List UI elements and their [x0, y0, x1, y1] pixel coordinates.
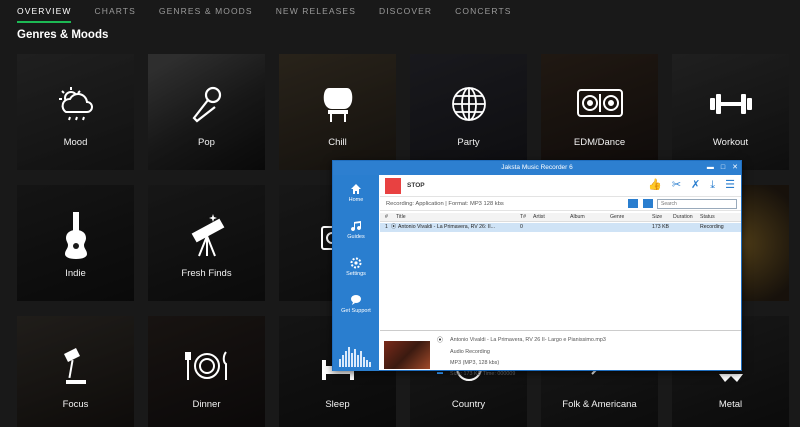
genre-tile-mood[interactable]: Mood — [17, 54, 134, 170]
album-art — [384, 341, 430, 369]
plate-icon — [148, 338, 265, 394]
window-title: Jaksta Music Recorder 6 — [501, 164, 573, 171]
col-status[interactable]: Status — [700, 213, 715, 222]
recorder-main: STOP 👍 ✂ ✗ ⤓ ☰ Recording: Application | … — [380, 175, 741, 377]
sidebar-item-guides[interactable]: Guides — [333, 220, 379, 240]
tab-overview[interactable]: OVERVIEW — [17, 0, 72, 24]
col-artist[interactable]: Artist — [533, 213, 545, 222]
genre-tile-focus[interactable]: Focus — [17, 316, 134, 427]
details-type: Audio Recording — [450, 349, 490, 355]
genre-tile-chill[interactable]: Chill — [279, 54, 396, 170]
section-title: Genres & Moods — [17, 29, 109, 41]
disco-ball-icon — [410, 76, 527, 132]
tile-label: Chill — [328, 137, 347, 148]
top-nav: OVERVIEW CHARTS GENRES & MOODS NEW RELEA… — [0, 0, 800, 24]
window-titlebar[interactable]: Jaksta Music Recorder 6 ▬ □ ✕ — [333, 161, 741, 175]
jaksta-recorder-window: Jaksta Music Recorder 6 ▬ □ ✕ Home Guide… — [332, 160, 742, 377]
recorder-sidebar: Home Guides Settings Get Support — [333, 175, 379, 371]
tile-label: Party — [457, 137, 480, 148]
armchair-icon — [279, 76, 396, 132]
tile-label: Sleep — [325, 399, 350, 410]
turntable-icon — [541, 76, 658, 132]
table-row[interactable]: 1 ⦿ Antonio Vivaldi - La Primavera, RV 2… — [380, 223, 741, 232]
genre-tile-dinner[interactable]: Dinner — [148, 316, 265, 427]
tile-label: Fresh Finds — [181, 268, 232, 279]
genre-tile-edm-dance[interactable]: EDM/Dance — [541, 54, 658, 170]
sidebar-item-settings[interactable]: Settings — [333, 257, 379, 277]
search-input[interactable] — [657, 199, 737, 209]
tab-discover[interactable]: DISCOVER — [379, 0, 432, 24]
genre-tile-indie[interactable]: Indie — [17, 185, 134, 301]
folder-icon[interactable]: ▬ — [437, 370, 443, 376]
close-icon[interactable]: ✕ — [732, 161, 738, 175]
details-size-time: Size: 173 KB Time: 000009 — [450, 371, 516, 377]
genre-tile-pop[interactable]: Pop — [148, 54, 265, 170]
recorder-toolbar: STOP 👍 ✂ ✗ ⤓ ☰ — [380, 175, 741, 197]
col-size[interactable]: Size — [652, 213, 662, 222]
col-genre[interactable]: Genre — [610, 213, 624, 222]
tile-label: Metal — [718, 399, 743, 410]
list-view-icon[interactable] — [628, 199, 638, 208]
spotify-browse-page: OVERVIEW CHARTS GENRES & MOODS NEW RELEA… — [0, 0, 800, 427]
tile-label: Pop — [198, 137, 215, 148]
genre-tile-party[interactable]: Party — [410, 54, 527, 170]
tab-charts[interactable]: CHARTS — [94, 0, 135, 24]
col-num[interactable]: # — [385, 213, 388, 222]
music-note-icon — [333, 220, 379, 234]
recordings-table: # Title T# Artist Album Genre Size Durat… — [380, 213, 741, 331]
tile-label: Dinner — [192, 399, 221, 410]
gear-icon — [333, 257, 379, 271]
recording-indicator-icon: ⦿ — [391, 224, 397, 230]
download-icon[interactable]: ⤓ — [710, 179, 715, 192]
minimize-icon[interactable]: ▬ — [707, 161, 714, 175]
tag-icon[interactable]: ✗ — [691, 179, 700, 192]
tile-label: Folk & Americana — [562, 399, 637, 410]
menu-icon[interactable]: ☰ — [725, 179, 735, 192]
equalizer-graphic — [339, 347, 371, 367]
track-details: ⦿ Antonio Vivaldi - La Primavera, RV 26 … — [380, 332, 741, 377]
genre-tile-workout[interactable]: Workout — [672, 54, 789, 170]
recording-info-bar: Recording: Application | Format: MP3 128… — [380, 197, 741, 211]
tab-genres-moods[interactable]: GENRES & MOODS — [159, 0, 253, 24]
telescope-icon — [148, 207, 265, 263]
tile-label: EDM/Dance — [573, 137, 626, 148]
maximize-icon[interactable]: □ — [721, 161, 725, 175]
chat-icon — [333, 294, 379, 308]
thumbs-up-icon[interactable]: 👍 — [648, 179, 662, 192]
guitar-icon — [17, 207, 134, 263]
tab-concerts[interactable]: CONCERTS — [455, 0, 511, 24]
tile-label: Indie — [65, 268, 86, 279]
col-title[interactable]: Title — [396, 213, 406, 222]
home-icon — [333, 183, 379, 197]
sidebar-item-get-support[interactable]: Get Support — [333, 294, 379, 314]
col-duration[interactable]: Duration — [673, 213, 693, 222]
details-format: MP3 (MP3, 128 kbs) — [450, 360, 500, 366]
microphone-icon — [148, 76, 265, 132]
tile-label: Focus — [62, 399, 89, 410]
dumbbell-icon — [672, 76, 789, 132]
tile-label: Workout — [712, 137, 749, 148]
recording-info: Recording: Application | Format: MP3 128… — [386, 201, 504, 207]
stop-button[interactable] — [385, 178, 401, 194]
tab-new-releases[interactable]: NEW RELEASES — [276, 0, 356, 24]
tile-label: Mood — [63, 137, 88, 148]
stop-label: STOP — [407, 182, 425, 189]
tile-label: Country — [451, 399, 486, 410]
grid-view-icon[interactable] — [643, 199, 653, 208]
genre-tile-fresh-finds[interactable]: Fresh Finds — [148, 185, 265, 301]
scissors-icon[interactable]: ✂ — [672, 179, 681, 192]
recording-indicator-icon: ⦿ — [437, 338, 444, 344]
table-header: # Title T# Artist Album Genre Size Durat… — [380, 213, 741, 222]
cloud-sun-icon — [17, 76, 134, 132]
details-filename: Antonio Vivaldi - La Primavera, RV 26 II… — [450, 337, 606, 343]
col-album[interactable]: Album — [570, 213, 585, 222]
lamp-icon — [17, 338, 134, 394]
col-track[interactable]: T# — [520, 213, 526, 222]
sidebar-item-home[interactable]: Home — [333, 183, 379, 203]
